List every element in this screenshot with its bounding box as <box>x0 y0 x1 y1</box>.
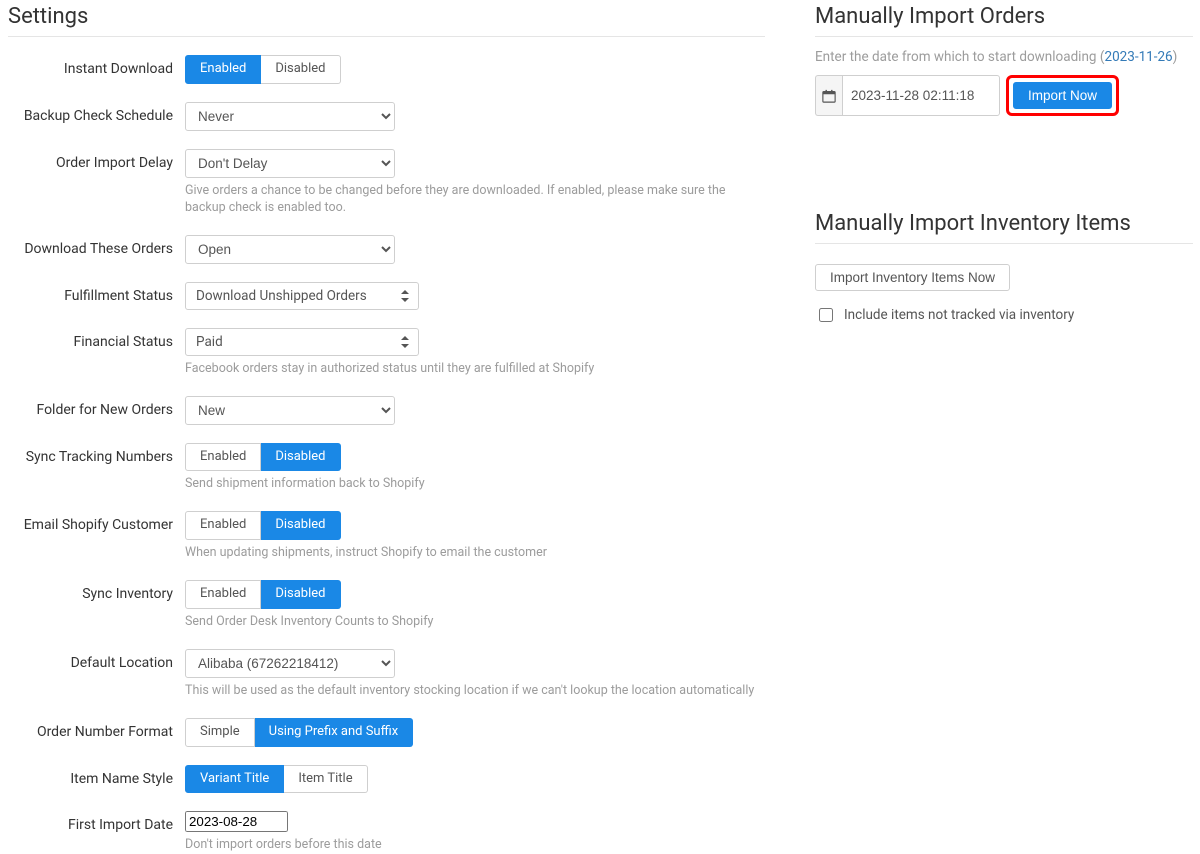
toggle-item-name-item[interactable]: Item Title <box>284 765 367 794</box>
select-order-import-delay[interactable]: Don't Delay <box>185 149 395 178</box>
help-first-import-date: Don't import orders before this date <box>185 837 765 854</box>
label-item-name-style: Item Name Style <box>8 765 185 787</box>
label-sync-tracking: Sync Tracking Numbers <box>8 443 185 465</box>
toggle-order-number-format[interactable]: Simple Using Prefix and Suffix <box>185 718 413 747</box>
label-order-import-delay: Order Import Delay <box>8 149 185 171</box>
import-orders-desc: Enter the date from which to start downl… <box>815 49 1193 65</box>
import-inventory-heading: Manually Import Inventory Items <box>815 211 1193 244</box>
select-download-these[interactable]: Open <box>185 235 395 264</box>
toggle-sync-inventory-enabled[interactable]: Enabled <box>185 580 261 609</box>
toggle-sync-inventory[interactable]: Enabled Disabled <box>185 580 341 609</box>
toggle-sync-tracking-disabled[interactable]: Disabled <box>261 443 340 472</box>
toggle-email-customer-enabled[interactable]: Enabled <box>185 511 261 540</box>
import-now-button[interactable]: Import Now <box>1013 82 1112 109</box>
toggle-instant-download-enabled[interactable]: Enabled <box>185 55 261 84</box>
import-date-input[interactable] <box>842 75 1000 116</box>
import-now-highlight: Import Now <box>1006 75 1119 116</box>
select-folder-new[interactable]: New <box>185 396 395 425</box>
label-backup-check: Backup Check Schedule <box>8 102 185 124</box>
label-folder-new: Folder for New Orders <box>8 396 185 418</box>
label-order-number-format: Order Number Format <box>8 718 185 740</box>
select-backup-check[interactable]: Never <box>185 102 395 131</box>
select-financial-status[interactable]: Paid <box>185 328 419 356</box>
help-financial-status: Facebook orders stay in authorized statu… <box>185 361 765 378</box>
toggle-instant-download[interactable]: Enabled Disabled <box>185 55 341 84</box>
import-orders-heading: Manually Import Orders <box>815 4 1193 37</box>
label-fulfillment-status: Fulfillment Status <box>8 282 185 304</box>
import-orders-date-link[interactable]: 2023-11-26 <box>1104 49 1172 65</box>
settings-heading: Settings <box>8 4 765 37</box>
toggle-item-name-style[interactable]: Variant Title Item Title <box>185 765 368 794</box>
import-inventory-button[interactable]: Import Inventory Items Now <box>815 264 1010 291</box>
help-order-import-delay: Give orders a chance to be changed befor… <box>185 183 765 217</box>
help-email-customer: When updating shipments, instruct Shopif… <box>185 545 765 562</box>
input-first-import-date[interactable] <box>185 811 288 832</box>
label-default-location: Default Location <box>8 649 185 671</box>
help-default-location: This will be used as the default invento… <box>185 683 765 700</box>
select-fulfillment-status[interactable]: Download Unshipped Orders <box>185 282 419 310</box>
label-financial-status: Financial Status <box>8 328 185 350</box>
help-sync-tracking: Send shipment information back to Shopif… <box>185 476 765 493</box>
label-instant-download: Instant Download <box>8 55 185 77</box>
toggle-order-number-simple[interactable]: Simple <box>185 718 255 747</box>
label-download-these: Download These Orders <box>8 235 185 257</box>
include-untracked-checkbox[interactable] <box>819 308 833 322</box>
toggle-email-customer-disabled[interactable]: Disabled <box>261 511 340 540</box>
select-default-location[interactable]: Alibaba (67262218412) <box>185 649 395 678</box>
label-email-customer: Email Shopify Customer <box>8 511 185 533</box>
include-untracked-label: Include items not tracked via inventory <box>844 307 1074 323</box>
help-sync-inventory: Send Order Desk Inventory Counts to Shop… <box>185 614 765 631</box>
toggle-email-customer[interactable]: Enabled Disabled <box>185 511 341 540</box>
calendar-icon <box>815 75 842 116</box>
label-sync-inventory: Sync Inventory <box>8 580 185 602</box>
label-first-import-date: First Import Date <box>8 811 185 833</box>
toggle-order-number-prefix[interactable]: Using Prefix and Suffix <box>255 718 414 747</box>
toggle-sync-inventory-disabled[interactable]: Disabled <box>261 580 340 609</box>
toggle-sync-tracking-enabled[interactable]: Enabled <box>185 443 261 472</box>
toggle-sync-tracking[interactable]: Enabled Disabled <box>185 443 341 472</box>
import-date-input-group[interactable] <box>815 75 1000 116</box>
toggle-instant-download-disabled[interactable]: Disabled <box>261 55 340 84</box>
toggle-item-name-variant[interactable]: Variant Title <box>185 765 284 794</box>
